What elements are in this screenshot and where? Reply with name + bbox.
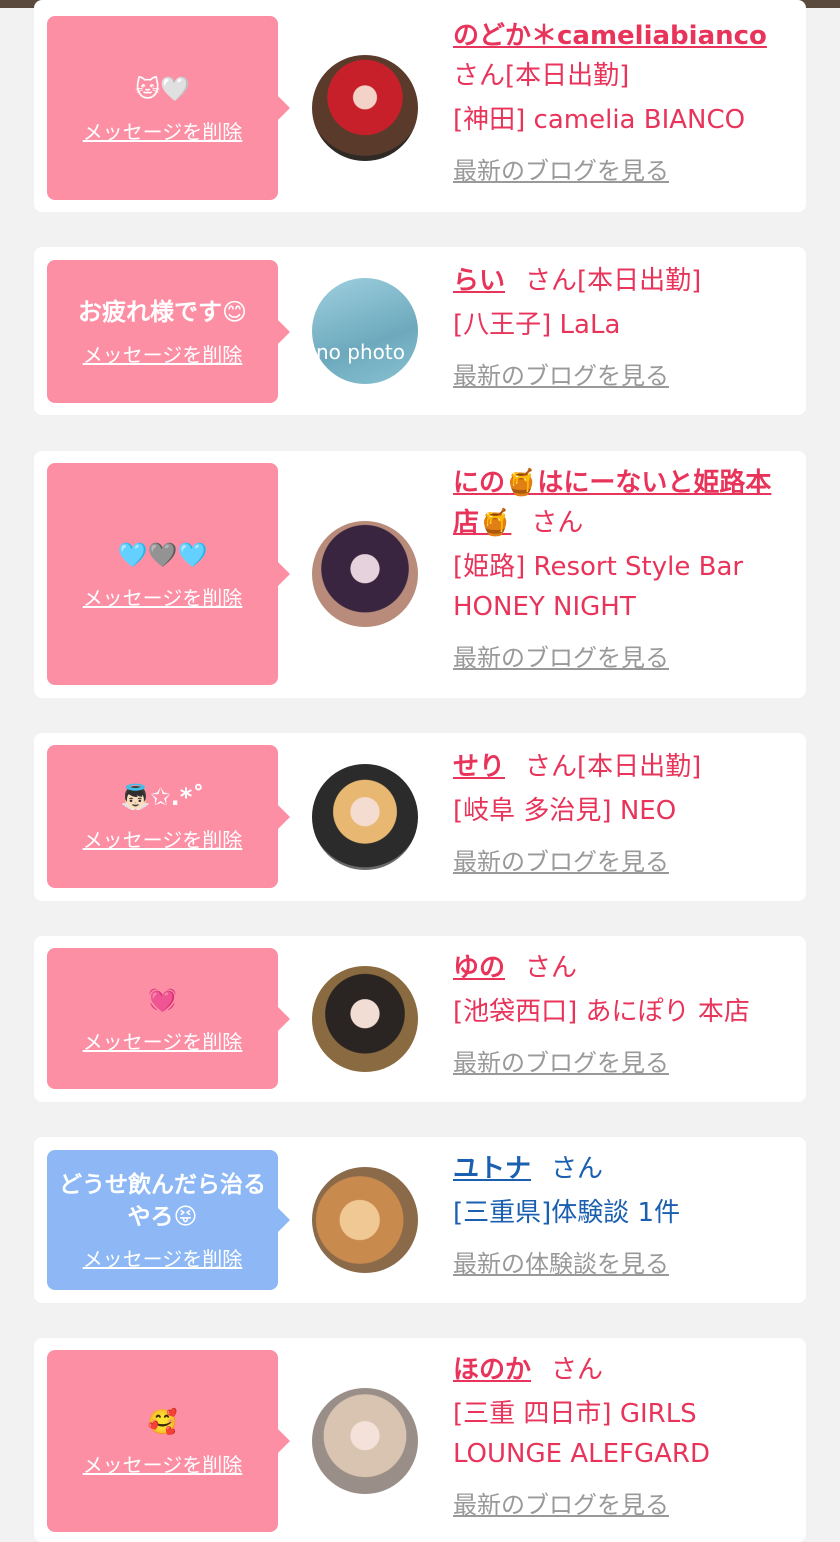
user-name-link[interactable]: のどか＊cameliabianco [453, 21, 767, 51]
message-card: 🐱🤍 メッセージを削除 のどか＊cameliabianco さん[本日出勤] [… [34, 0, 806, 212]
message-bubble: お疲れ様です😊 メッセージを削除 [47, 260, 290, 403]
message-card: 🥰 メッセージを削除 ほのか さん [三重 四日市] GIRLS LOUNGE A… [34, 1338, 806, 1542]
avatar[interactable]: no photo [312, 278, 418, 384]
delete-message-link[interactable]: メッセージを削除 [83, 582, 243, 611]
message-text: 🥰 [147, 1407, 178, 1436]
latest-blog-link[interactable]: 最新のブログを見る [453, 359, 669, 393]
delete-message-link[interactable]: メッセージを削除 [83, 116, 243, 145]
status-text: さん[本日出勤] [525, 752, 702, 782]
status-text: さん [525, 953, 578, 983]
message-bubble: 👼🏻✩.*˚ メッセージを削除 [47, 745, 290, 888]
user-name-link[interactable]: にの🍯はにーないと姫路本店🍯 [453, 468, 771, 538]
status-text: さん[本日出勤] [525, 266, 702, 296]
message-text: お疲れ様です😊 [77, 298, 248, 326]
message-card: 💓 メッセージを削除 ゆの さん [池袋西口] あにぽり 本店 最新のブログを見る [34, 936, 806, 1102]
message-card: お疲れ様です😊 メッセージを削除 no photo らい さん[本日出勤] [八王… [34, 247, 806, 415]
profile-info: せり さん[本日出勤] [岐阜 多治見] NEO 最新のブログを見る [453, 747, 793, 879]
avatar[interactable] [312, 55, 418, 161]
delete-message-link[interactable]: メッセージを削除 [83, 1243, 243, 1272]
shop-name: [岐阜 多治見] NEO [453, 796, 677, 826]
shop-name: [八王子] LaLa [453, 310, 621, 340]
latest-blog-link[interactable]: 最新のブログを見る [453, 641, 669, 675]
message-text: 🩵🩶🩵 [117, 540, 208, 569]
message-card: 🩵🩶🩵 メッセージを削除 にの🍯はにーないと姫路本店🍯 さん [姫路] Resor… [34, 451, 806, 698]
delete-message-link[interactable]: メッセージを削除 [83, 1026, 243, 1055]
message-text: 💓 [147, 985, 178, 1013]
shop-name: [姫路] Resort Style Bar HONEY NIGHT [453, 552, 744, 622]
message-text: どうせ飲んだら治るやろ😝 [59, 1171, 266, 1230]
avatar[interactable] [312, 966, 418, 1072]
status-text: さん[本日出勤] [453, 61, 630, 91]
avatar[interactable] [312, 1388, 418, 1494]
avatar[interactable] [312, 521, 418, 627]
profile-info: ほのか さん [三重 四日市] GIRLS LOUNGE ALEFGARD 最新の… [453, 1350, 793, 1522]
user-name-link[interactable]: ユトナ [453, 1154, 531, 1184]
avatar[interactable] [312, 764, 418, 870]
message-bubble: どうせ飲んだら治るやろ😝 メッセージを削除 [47, 1150, 290, 1290]
no-photo-label: no photo [316, 340, 405, 364]
message-card: 👼🏻✩.*˚ メッセージを削除 せり さん[本日出勤] [岐阜 多治見] NEO … [34, 733, 806, 901]
status-text: さん [551, 1355, 604, 1385]
message-text: 🐱🤍 [135, 74, 190, 103]
profile-info: ゆの さん [池袋西口] あにぽり 本店 最新のブログを見る [453, 948, 793, 1080]
user-name-link[interactable]: ほのか [453, 1355, 531, 1385]
message-bubble: 🥰 メッセージを削除 [47, 1350, 290, 1532]
shop-name: [三重 四日市] GIRLS LOUNGE ALEFGARD [453, 1399, 711, 1469]
user-name-link[interactable]: らい [453, 266, 505, 296]
status-text: さん [531, 508, 584, 538]
status-text: さん [551, 1154, 604, 1184]
latest-blog-link[interactable]: 最新のブログを見る [453, 1046, 669, 1080]
message-text: 👼🏻✩.*˚ [120, 783, 205, 811]
latest-blog-link[interactable]: 最新のブログを見る [453, 845, 669, 879]
shop-name: [池袋西口] あにぽり 本店 [453, 997, 750, 1027]
message-bubble: 🐱🤍 メッセージを削除 [47, 16, 290, 200]
profile-info: らい さん[本日出勤] [八王子] LaLa 最新のブログを見る [453, 261, 793, 393]
profile-info: ユトナ さん [三重県]体験談 1件 最新の体験談を見る [453, 1149, 793, 1281]
avatar[interactable] [312, 1167, 418, 1273]
latest-review-link[interactable]: 最新の体験談を見る [453, 1247, 669, 1281]
user-name-link[interactable]: ゆの [453, 953, 505, 983]
message-bubble: 💓 メッセージを削除 [47, 948, 290, 1089]
latest-blog-link[interactable]: 最新のブログを見る [453, 1488, 669, 1522]
delete-message-link[interactable]: メッセージを削除 [83, 824, 243, 853]
user-name-link[interactable]: せり [453, 752, 505, 782]
review-count: [三重県]体験談 1件 [453, 1198, 681, 1228]
profile-info: にの🍯はにーないと姫路本店🍯 さん [姫路] Resort Style Bar H… [453, 463, 793, 675]
profile-info: のどか＊cameliabianco さん[本日出勤] [神田] camelia … [453, 16, 793, 188]
shop-name: [神田] camelia BIANCO [453, 105, 746, 135]
delete-message-link[interactable]: メッセージを削除 [83, 339, 243, 368]
delete-message-link[interactable]: メッセージを削除 [83, 1449, 243, 1478]
latest-blog-link[interactable]: 最新のブログを見る [453, 154, 669, 188]
message-card: どうせ飲んだら治るやろ😝 メッセージを削除 ユトナ さん [三重県]体験談 1件 … [34, 1137, 806, 1303]
message-bubble: 🩵🩶🩵 メッセージを削除 [47, 463, 290, 685]
